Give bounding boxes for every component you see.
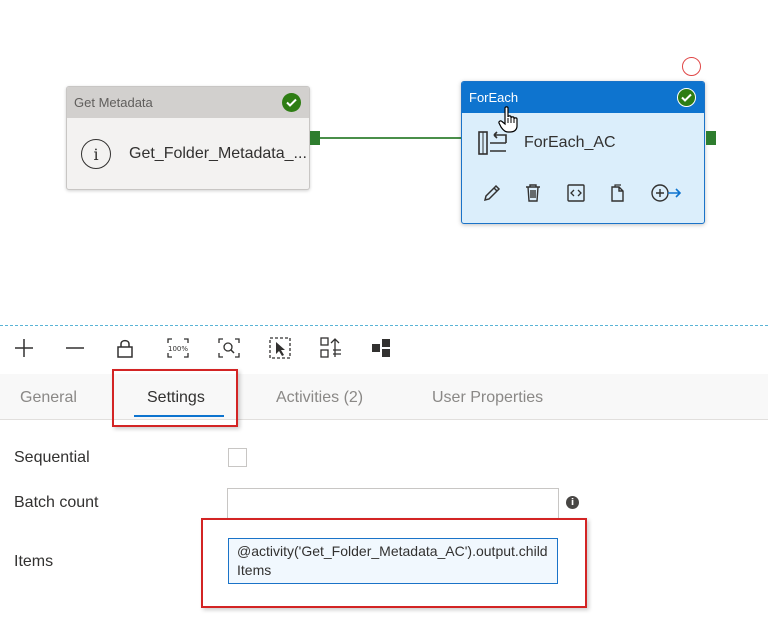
tab-general[interactable]: General xyxy=(20,389,77,407)
success-check-icon xyxy=(282,93,301,112)
sequential-label: Sequential xyxy=(14,449,90,466)
success-connector-line[interactable] xyxy=(320,137,462,139)
get-metadata-activity[interactable]: Get Metadata i Get_Folder_Metadata_... xyxy=(66,86,310,190)
layout-icon[interactable] xyxy=(371,333,422,363)
lock-icon[interactable] xyxy=(116,333,167,363)
zoom-fit-icon[interactable] xyxy=(218,333,269,363)
settings-tab-highlight xyxy=(112,369,238,427)
activity-actions xyxy=(462,173,704,213)
select-icon[interactable] xyxy=(269,333,320,363)
output-port[interactable] xyxy=(706,131,716,145)
add-output-icon[interactable] xyxy=(650,179,692,207)
pipeline-canvas[interactable]: Get Metadata i Get_Folder_Metadata_... F… xyxy=(0,0,768,325)
activity-name: ForEach_AC xyxy=(524,134,616,151)
activity-type-label: ForEach xyxy=(469,90,519,105)
activity-name: Get_Folder_Metadata_... xyxy=(129,145,307,162)
zoom-100-icon[interactable]: 100% xyxy=(167,333,218,363)
info-icon: i xyxy=(81,139,111,169)
breakpoint-circle-icon[interactable] xyxy=(682,57,701,76)
minus-icon[interactable] xyxy=(65,333,116,363)
info-icon[interactable]: i xyxy=(566,496,579,509)
output-port[interactable] xyxy=(310,131,320,145)
items-label: Items xyxy=(14,553,54,570)
tab-activities[interactable]: Activities (2) xyxy=(276,389,363,407)
items-highlight xyxy=(201,518,587,608)
foreach-activity[interactable]: ForEach ForEach_AC xyxy=(461,81,705,224)
activity-header: Get Metadata xyxy=(67,87,309,118)
activity-type-label: Get Metadata xyxy=(74,95,153,110)
sequential-checkbox[interactable] xyxy=(228,448,247,467)
success-check-icon xyxy=(677,88,696,107)
hand-cursor-icon xyxy=(498,106,520,139)
auto-align-icon[interactable] xyxy=(320,333,371,363)
delete-icon[interactable] xyxy=(524,179,566,207)
tab-user-properties[interactable]: User Properties xyxy=(432,389,543,407)
canvas-toolbar: 100% xyxy=(0,331,768,365)
batch-count-input[interactable] xyxy=(227,488,559,520)
plus-icon[interactable] xyxy=(14,333,65,363)
code-icon[interactable] xyxy=(566,179,608,207)
copy-icon[interactable] xyxy=(608,179,650,207)
edit-icon[interactable] xyxy=(482,179,524,207)
activity-body: i Get_Folder_Metadata_... xyxy=(67,118,309,189)
batch-count-label: Batch count xyxy=(14,494,99,511)
canvas-divider[interactable] xyxy=(0,325,768,326)
svg-text:100%: 100% xyxy=(168,345,188,353)
